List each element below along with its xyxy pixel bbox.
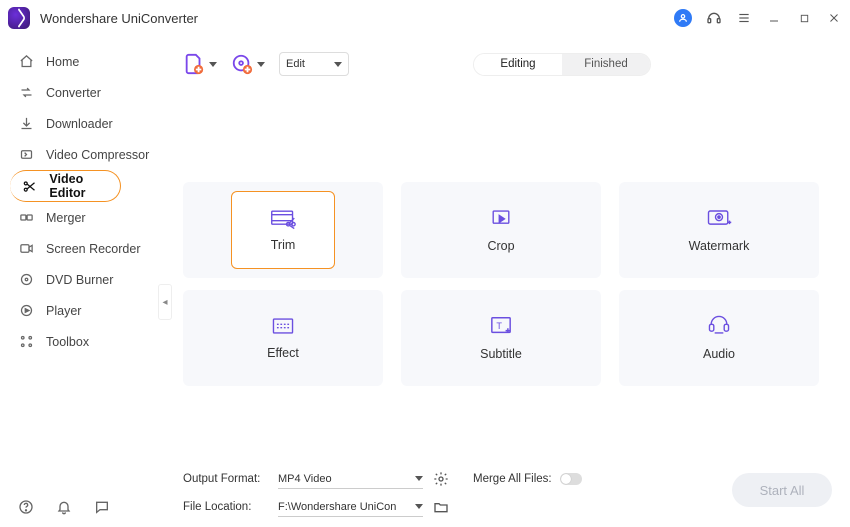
window-minimize-button[interactable] — [766, 10, 782, 26]
output-format-select[interactable]: MP4 Video — [278, 469, 423, 489]
play-icon — [18, 303, 34, 319]
sidebar-collapse-handle[interactable]: ◂ — [158, 284, 172, 320]
crop-icon — [488, 207, 514, 229]
feedback-icon[interactable] — [94, 499, 110, 515]
svg-text:T: T — [496, 321, 502, 331]
sidebar-item-video-compressor[interactable]: Video Compressor — [0, 139, 161, 170]
app-title: Wondershare UniConverter — [40, 11, 198, 26]
app-logo — [8, 7, 30, 29]
tool-crop[interactable]: Crop — [401, 182, 601, 278]
home-icon — [18, 54, 34, 70]
effect-icon — [270, 316, 296, 336]
watermark-icon — [705, 207, 733, 229]
tab-finished[interactable]: Finished — [562, 54, 650, 75]
subtitle-icon: T — [489, 315, 513, 337]
chevron-down-icon — [209, 62, 217, 67]
sidebar: Home Converter Downloader Video Compress… — [0, 36, 165, 527]
open-folder-icon[interactable] — [433, 499, 449, 515]
add-dvd-button[interactable] — [231, 53, 265, 75]
trim-icon — [270, 208, 296, 230]
merge-icon — [18, 210, 34, 226]
sidebar-item-converter[interactable]: Converter — [0, 77, 161, 108]
tool-label: Subtitle — [480, 347, 522, 361]
sidebar-item-merger[interactable]: Merger — [0, 202, 161, 233]
tool-watermark[interactable]: Watermark — [619, 182, 819, 278]
sidebar-item-downloader[interactable]: Downloader — [0, 108, 161, 139]
output-format-label: Output Format: — [183, 473, 268, 485]
start-all-button[interactable]: Start All — [732, 473, 832, 507]
main-content: ◂ Edit Editing Finished — [165, 36, 850, 527]
sidebar-item-label: Player — [46, 304, 81, 318]
sidebar-item-label: Home — [46, 55, 79, 69]
merge-label: Merge All Files: — [473, 473, 552, 485]
tool-label: Watermark — [689, 239, 750, 253]
sidebar-item-label: DVD Burner — [46, 273, 113, 287]
sidebar-item-video-editor[interactable]: Video Editor — [10, 170, 121, 202]
mode-select-value: Edit — [286, 58, 305, 70]
scissors-icon — [22, 178, 37, 194]
chevron-down-icon — [415, 476, 423, 481]
sidebar-item-dvd-burner[interactable]: DVD Burner — [0, 264, 161, 295]
sidebar-item-label: Downloader — [46, 117, 113, 131]
sidebar-item-label: Merger — [46, 211, 86, 225]
sidebar-item-label: Toolbox — [46, 335, 89, 349]
tool-audio[interactable]: Audio — [619, 290, 819, 386]
compress-icon — [18, 147, 34, 163]
tool-label: Trim — [271, 238, 296, 252]
tool-label: Audio — [703, 347, 735, 361]
file-location-select[interactable]: F:\Wondershare UniConverter — [278, 497, 423, 517]
window-maximize-button[interactable] — [796, 10, 812, 26]
recorder-icon — [18, 241, 34, 257]
merge-toggle[interactable] — [560, 473, 582, 485]
chevron-down-icon — [415, 504, 423, 509]
file-location-value: F:\Wondershare UniConverter — [278, 501, 396, 513]
toolbox-icon — [18, 334, 34, 350]
help-icon[interactable] — [18, 499, 34, 515]
output-format-value: MP4 Video — [278, 473, 332, 485]
file-location-label: File Location: — [183, 501, 268, 513]
sidebar-item-screen-recorder[interactable]: Screen Recorder — [0, 233, 161, 264]
title-bar: Wondershare UniConverter — [0, 0, 850, 36]
converter-icon — [18, 85, 34, 101]
sidebar-item-label: Converter — [46, 86, 101, 100]
tab-editing[interactable]: Editing — [474, 54, 562, 75]
sidebar-item-home[interactable]: Home — [0, 46, 161, 77]
sidebar-item-label: Video Editor — [49, 172, 120, 200]
sidebar-item-toolbox[interactable]: Toolbox — [0, 326, 161, 357]
toolbar: Edit Editing Finished — [183, 46, 832, 82]
output-settings-icon[interactable] — [433, 471, 449, 487]
tool-label: Effect — [267, 346, 299, 360]
mode-select[interactable]: Edit — [279, 52, 349, 76]
chevron-down-icon — [257, 62, 265, 67]
sidebar-item-player[interactable]: Player — [0, 295, 161, 326]
user-avatar-icon[interactable] — [674, 9, 692, 27]
window-close-button[interactable] — [826, 10, 842, 26]
editing-finished-tabs: Editing Finished — [473, 53, 651, 76]
sidebar-item-label: Screen Recorder — [46, 242, 141, 256]
menu-icon[interactable] — [736, 10, 752, 26]
tool-effect[interactable]: Effect — [183, 290, 383, 386]
sidebar-item-label: Video Compressor — [46, 148, 149, 162]
support-headset-icon[interactable] — [706, 10, 722, 26]
tool-label: Crop — [487, 239, 514, 253]
disc-icon — [18, 272, 34, 288]
download-icon — [18, 116, 34, 132]
tool-subtitle[interactable]: T Subtitle — [401, 290, 601, 386]
add-file-button[interactable] — [183, 53, 217, 75]
audio-icon — [706, 315, 732, 337]
bell-icon[interactable] — [56, 499, 72, 515]
tool-grid: Trim Crop Watermark Effect T Subtitle — [183, 182, 832, 386]
tool-trim[interactable]: Trim — [183, 182, 383, 278]
chevron-down-icon — [334, 62, 342, 67]
